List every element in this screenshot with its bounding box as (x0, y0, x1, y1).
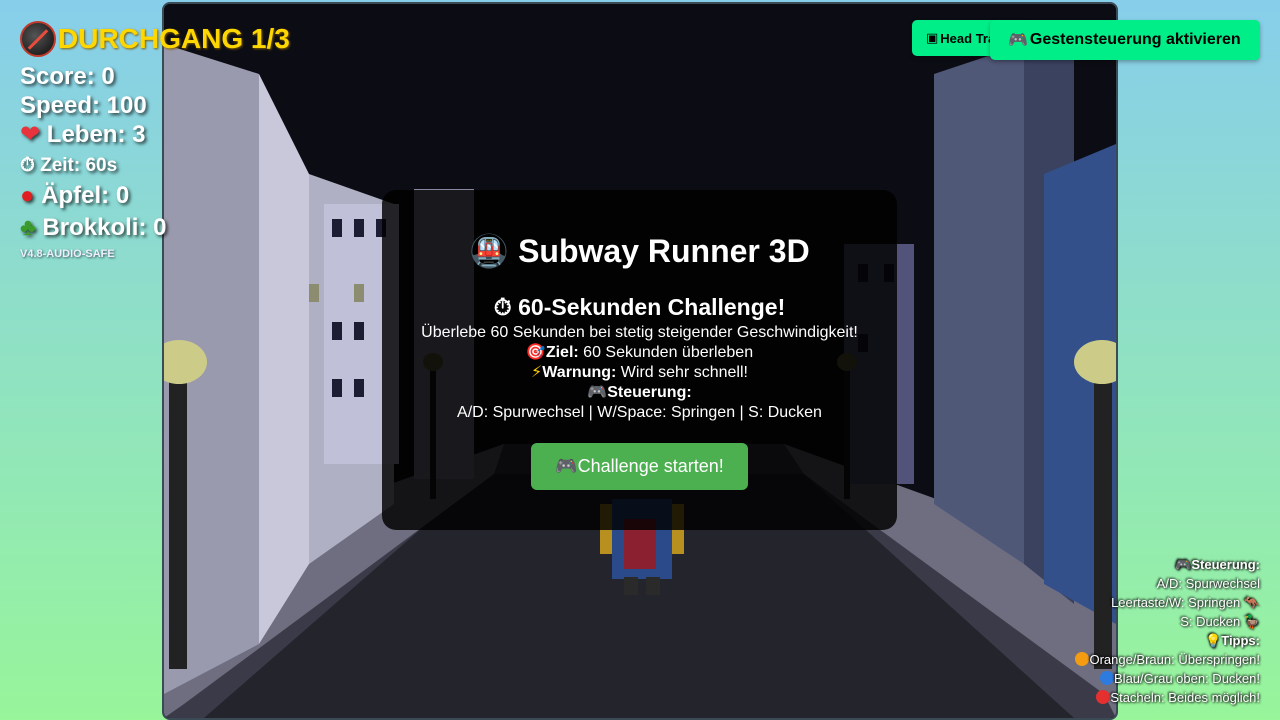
help-duck: S: Ducken 🦆 (1180, 614, 1260, 629)
help-jump: Leertaste/W: Springen 🦘 (1111, 595, 1260, 610)
blue-circle-icon (1100, 671, 1115, 685)
start-modal: 🚇 Subway Runner 3D ⏱ 60-Sekunden Challen… (382, 190, 897, 530)
modal-controls-text: A/D: Spurwechsel | W/Space: Springen | S… (457, 404, 822, 421)
help-controls-title: 🎮Steuerung: (1175, 557, 1260, 572)
pass-counter: DURCHGANG 1/3 (58, 23, 290, 54)
goal-text: 60 Sekunden überleben (578, 344, 754, 361)
mute-icon[interactable] (20, 21, 56, 57)
help-tip-blue: Blau/Grau oben: Ducken! (1075, 669, 1260, 688)
red-circle-icon (1096, 690, 1111, 704)
stopwatch-icon: ⏱ (20, 155, 35, 176)
start-challenge-button[interactable]: 🎮 Challenge starten! (531, 443, 748, 490)
apple-icon: ● (20, 182, 35, 209)
broccoli-display: ♣ Brokkoli: 0 (20, 213, 290, 242)
version-label: V4.8-AUDIO-SAFE (20, 248, 115, 260)
help-lane-change: A/D: Spurwechsel (1156, 576, 1260, 591)
camera-icon: ▣ (926, 30, 939, 45)
modal-title-text: Subway Runner 3D (518, 233, 810, 269)
gamepad-icon: 🎮 (1008, 32, 1028, 49)
modal-warning: ⚡Warnung: Wird sehr schnell! (382, 363, 897, 383)
modal-subtitle-text: 60-Sekunden Challenge! (518, 294, 786, 320)
help-panel: 🎮Steuerung: A/D: Spurwechsel Leertaste/W… (1075, 555, 1260, 707)
pass-indicator: DURCHGANG 1/3 (20, 20, 290, 58)
broccoli-text: Brokkoli: 0 (42, 214, 167, 241)
start-button-label: Challenge starten! (577, 456, 724, 476)
lives-text: Leben: 3 (46, 121, 146, 148)
duck-icon: 🦆 (1243, 614, 1260, 629)
modal-subtitle: ⏱ 60-Sekunden Challenge! (382, 294, 897, 321)
modal-goal: 🎯Ziel: 60 Sekunden überleben (382, 343, 897, 363)
score-display: Score: 0 (20, 63, 115, 90)
help-tips-title: 💡Tipps: (1205, 633, 1260, 648)
lightning-icon: ⚡ (531, 364, 543, 381)
broccoli-icon: ♣ (20, 214, 36, 241)
time-text: Zeit: 60s (40, 155, 118, 176)
train-icon: 🚇 (469, 233, 510, 269)
gamepad-icon: 🎮 (587, 384, 608, 401)
warning-text: Wird sehr schnell! (616, 364, 748, 381)
hud-panel: DURCHGANG 1/3 Score: 0 Speed: 100 ❤ Lebe… (20, 20, 290, 260)
controls-label: Steuerung: (607, 384, 692, 401)
time-display: ⏱ Zeit: 60s (20, 151, 290, 181)
modal-description: Überlebe 60 Sekunden bei stetig steigend… (421, 324, 858, 341)
goal-label: Ziel: (545, 344, 579, 361)
apples-display: ● Äpfel: 0 (20, 181, 290, 210)
apples-text: Äpfel: 0 (41, 182, 130, 209)
gamepad-icon: 🎮 (555, 456, 578, 476)
gamepad-icon: 🎮 (1175, 557, 1192, 572)
warning-label: Warnung: (542, 364, 617, 381)
lives-display: ❤ Leben: 3 (20, 120, 290, 149)
stopwatch-icon: ⏱ (493, 294, 512, 320)
heart-icon: ❤ (20, 121, 41, 148)
building-right-1 (934, 44, 1024, 564)
speed-display: Speed: 100 (20, 92, 147, 119)
kangaroo-icon: 🦘 (1243, 595, 1260, 610)
lightbulb-icon: 💡 (1205, 633, 1222, 648)
modal-title: 🚇 Subway Runner 3D (382, 232, 897, 270)
orange-circle-icon (1075, 652, 1090, 666)
modal-controls-title: 🎮Steuerung: (382, 383, 897, 403)
gesture-control-button[interactable]: 🎮 Gestensteuerung aktivieren (990, 20, 1260, 60)
help-tip-orange: Orange/Braun: Überspringen! (1075, 650, 1260, 669)
help-tip-red: Stacheln: Beides möglich! (1075, 688, 1260, 707)
target-icon: 🎯 (525, 344, 546, 361)
gesture-label: Gestensteuerung aktivieren (1029, 31, 1241, 48)
